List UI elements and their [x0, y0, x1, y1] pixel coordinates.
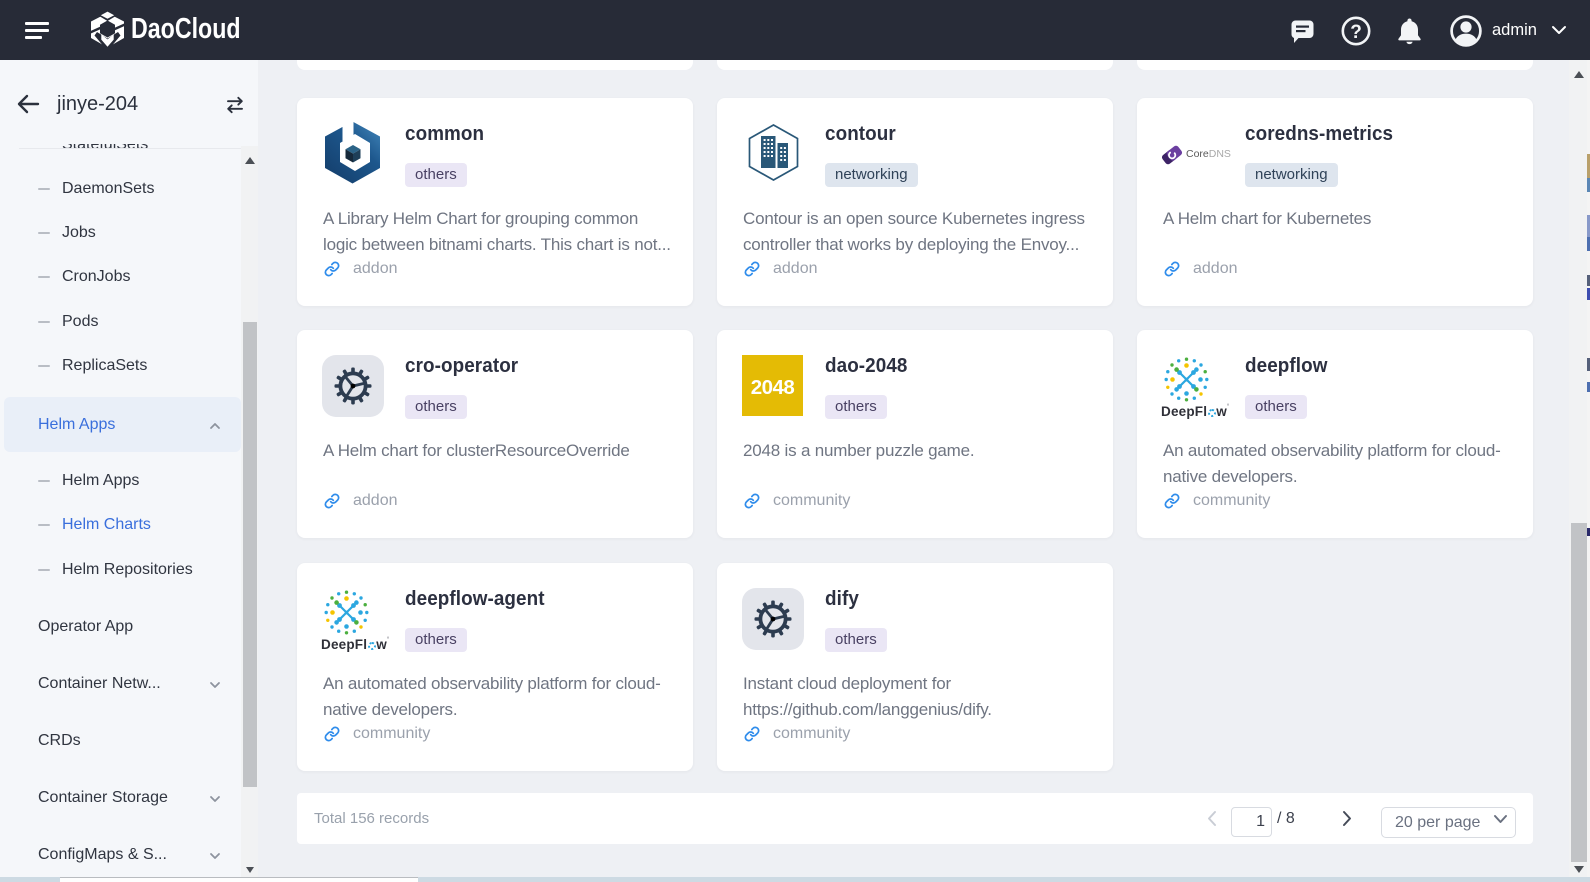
svg-text:?: ? [1350, 22, 1362, 43]
